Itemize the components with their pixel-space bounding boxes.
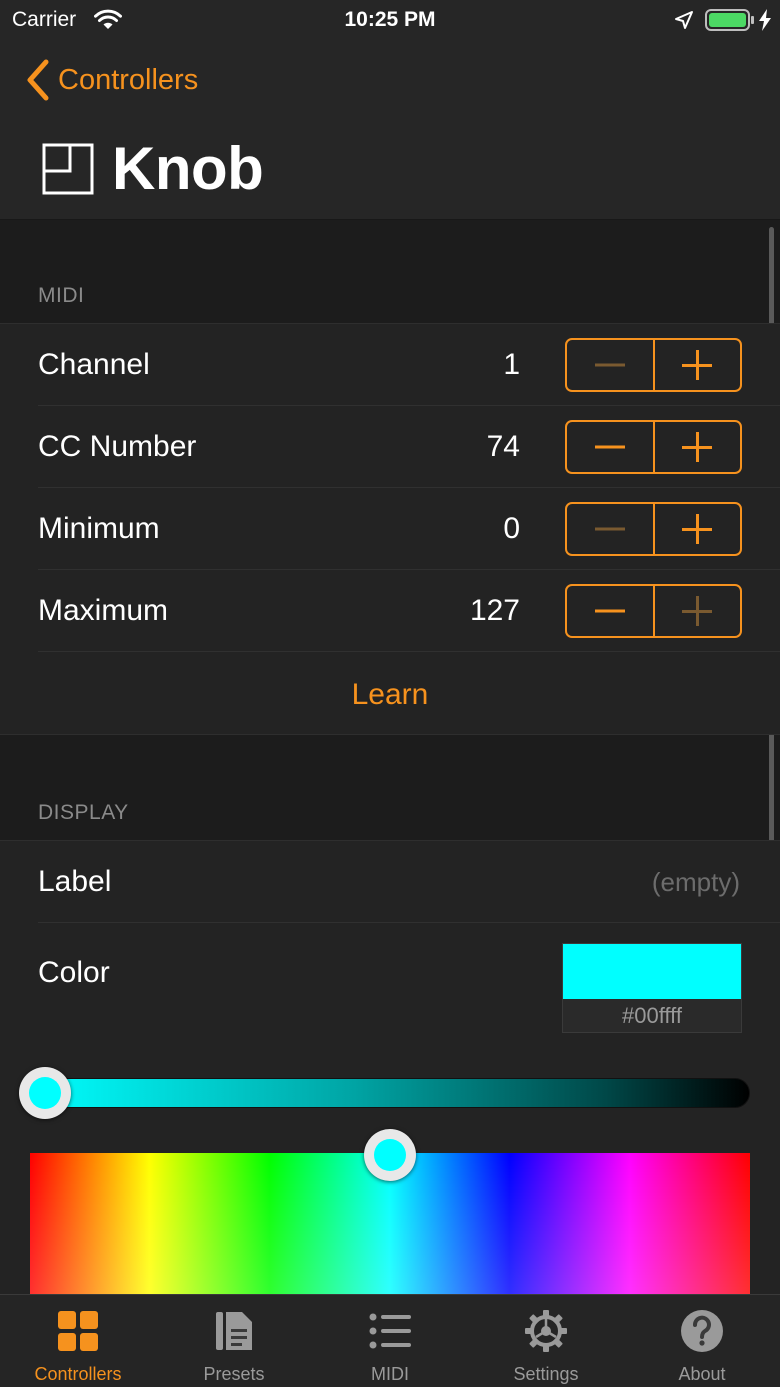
tab-presets[interactable]: Presets — [156, 1295, 312, 1387]
cc-number-label: CC Number — [38, 430, 197, 463]
page-title: Knob — [112, 135, 264, 202]
gear-icon — [525, 1310, 567, 1352]
maximum-increment-button[interactable] — [652, 586, 741, 636]
label-row[interactable]: Label (empty) — [0, 841, 780, 923]
tab-about-label: About — [678, 1364, 726, 1384]
question-icon — [681, 1310, 723, 1352]
minimum-value: 0 — [503, 512, 520, 545]
plus-icon — [682, 514, 713, 544]
charging-bolt-icon — [759, 9, 771, 31]
tab-bar: Controllers Presets MIDI Settings About — [0, 1294, 780, 1387]
back-button-label: Controllers — [58, 63, 199, 96]
plus-icon — [682, 350, 713, 380]
maximum-label: Maximum — [38, 594, 169, 627]
minus-icon — [594, 609, 625, 613]
tab-controllers-label: Controllers — [34, 1364, 122, 1384]
midi-section-header: MIDI — [38, 284, 85, 307]
color-swatch-fill — [563, 944, 741, 999]
row-divider — [38, 651, 780, 652]
tab-presets-label: Presets — [203, 1364, 265, 1384]
chevron-left-icon — [27, 59, 49, 101]
learn-button[interactable]: Learn — [0, 654, 780, 736]
tab-controllers[interactable]: Controllers — [0, 1295, 156, 1387]
minimum-decrement-button[interactable] — [567, 504, 653, 554]
color-swatch[interactable]: #00ffff — [562, 943, 742, 1033]
color-title: Color — [38, 956, 110, 989]
label-input[interactable]: (empty) — [652, 841, 740, 923]
channel-decrement-button[interactable] — [567, 340, 653, 390]
plus-icon — [682, 596, 713, 626]
minus-icon — [594, 363, 625, 367]
tab-midi[interactable]: MIDI — [312, 1295, 468, 1387]
grid-icon — [58, 1311, 98, 1351]
settings-scroll-view[interactable]: MIDI Channel 1 CC Number 74 Minimum 0 Ma… — [0, 221, 780, 1294]
tab-midi-label: MIDI — [371, 1364, 409, 1384]
hue-thumb-color — [374, 1139, 406, 1171]
label-title: Label — [38, 865, 112, 898]
tab-settings[interactable]: Settings — [468, 1295, 624, 1387]
minus-icon — [594, 445, 625, 449]
plus-icon — [682, 432, 713, 462]
minimum-row: Minimum 0 — [0, 488, 780, 570]
maximum-decrement-button[interactable] — [567, 586, 653, 636]
hue-picker-thumb[interactable] — [364, 1129, 416, 1181]
maximum-row: Maximum 127 — [0, 570, 780, 652]
knob-layout-icon — [42, 143, 94, 194]
minimum-label: Minimum — [38, 512, 160, 545]
cc-number-row: CC Number 74 — [0, 406, 780, 488]
status-bar: Carrier 10:25 PM — [0, 0, 780, 40]
maximum-value: 127 — [469, 594, 520, 627]
status-time: 10:25 PM — [344, 8, 436, 31]
title-area: Knob — [42, 134, 264, 203]
cc-number-stepper[interactable] — [565, 420, 742, 474]
color-hex-label: #00ffff — [622, 1003, 682, 1028]
tab-settings-label: Settings — [513, 1364, 579, 1384]
brightness-thumb-color — [29, 1077, 61, 1109]
list-icon — [369, 1313, 411, 1349]
tab-about[interactable]: About — [624, 1295, 780, 1387]
cc-number-increment-button[interactable] — [652, 422, 741, 472]
channel-label: Channel — [38, 348, 150, 381]
channel-row: Channel 1 — [0, 324, 780, 406]
channel-increment-button[interactable] — [652, 340, 741, 390]
color-row: Color #00ffff — [0, 923, 780, 1053]
maximum-stepper[interactable] — [565, 584, 742, 638]
minimum-increment-button[interactable] — [652, 504, 741, 554]
channel-value: 1 — [503, 348, 520, 381]
midi-group: Channel 1 CC Number 74 Minimum 0 Maximum… — [0, 323, 780, 735]
cc-number-value: 74 — [486, 430, 520, 463]
document-icon — [216, 1312, 252, 1350]
minus-icon — [594, 527, 625, 531]
navigation-bar: Controllers Knob — [0, 40, 780, 220]
cc-number-decrement-button[interactable] — [567, 422, 653, 472]
battery-icon — [705, 9, 754, 31]
minimum-stepper[interactable] — [565, 502, 742, 556]
brightness-slider-track[interactable] — [30, 1078, 750, 1108]
location-arrow-icon — [675, 11, 693, 29]
display-section-header: DISPLAY — [38, 801, 129, 824]
brightness-slider-thumb[interactable] — [19, 1067, 71, 1119]
channel-stepper[interactable] — [565, 338, 742, 392]
back-button[interactable]: Controllers — [22, 56, 198, 104]
